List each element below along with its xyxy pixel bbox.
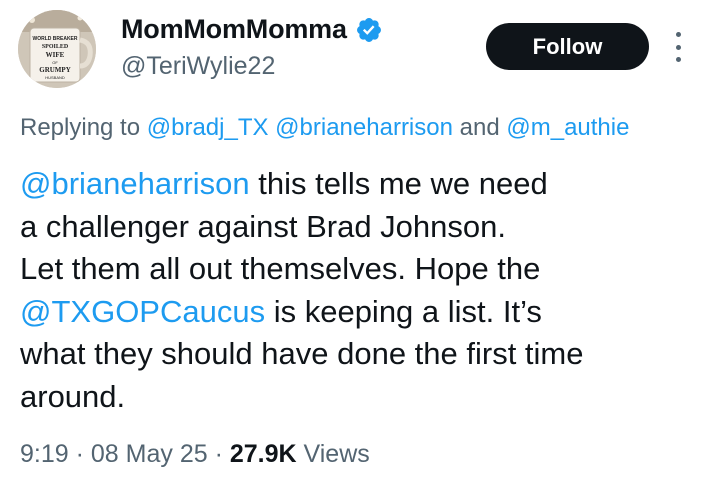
mug-text-2: SPOILED xyxy=(42,44,69,50)
tweet-text: @brianeharrison this tells me we need a … xyxy=(20,163,710,419)
display-name[interactable]: MomMomMomma xyxy=(121,14,347,45)
mug-text-3: WIFE xyxy=(46,51,65,59)
more-dot xyxy=(675,32,681,37)
tweet-line-4-text: is keeping a list. It’s xyxy=(265,293,542,329)
views-count[interactable]: 27.9K xyxy=(230,440,297,468)
avatar-mug-image: WORLD BREAKER SPOILED WIFE OF GRUMPY HUS… xyxy=(18,10,96,88)
tweet-meta: 9:19 · 08 May 25 · 27.9K Views xyxy=(20,440,370,469)
tweet-mention-brianeharrison[interactable]: @brianeharrison xyxy=(20,166,250,201)
verified-badge-icon xyxy=(356,17,381,42)
tweet-line-4: @TXGOPCaucus is keeping a list. It’s xyxy=(20,291,710,334)
tweet-line-1-text: this tells me we need xyxy=(249,166,548,201)
more-dot xyxy=(675,57,681,62)
replying-separator: and xyxy=(459,114,500,141)
author-name-row: MomMomMomma xyxy=(121,14,383,45)
reply-mention-brianeharrison[interactable]: @brianeharrison xyxy=(275,114,453,141)
mug-text-6: HUSBAND xyxy=(45,75,65,80)
tweet-line-2: a challenger against Brad Johnson. xyxy=(20,208,506,244)
tweet-date[interactable]: 08 May 25 xyxy=(91,440,208,468)
more-options-icon[interactable] xyxy=(670,32,686,62)
meta-separator: · xyxy=(207,440,230,468)
mug-text-4: OF xyxy=(52,60,58,65)
views-label: Views xyxy=(296,440,370,468)
avatar[interactable]: WORLD BREAKER SPOILED WIFE OF GRUMPY HUS… xyxy=(18,10,96,88)
follow-button[interactable]: Follow xyxy=(486,23,649,70)
tweet-line-5: what they should have done the first tim… xyxy=(20,336,584,372)
meta-separator: · xyxy=(68,440,91,468)
tweet-line-1: @brianeharrison this tells me we need xyxy=(20,163,710,206)
tweet-time[interactable]: 9:19 xyxy=(20,440,69,468)
mug-text-5: GRUMPY xyxy=(39,66,71,74)
more-dot xyxy=(675,44,681,50)
replying-prefix: Replying to xyxy=(20,114,141,141)
tweet-mention-txgopcaucus[interactable]: @TXGOPCaucus xyxy=(20,294,265,329)
replying-to-line: Replying to @bradj_TX @brianeharrison an… xyxy=(20,114,720,142)
reply-mention-m-authie[interactable]: @m_authie xyxy=(506,114,629,141)
tweet-line-3: Let them all out themselves. Hope the xyxy=(20,251,541,287)
tweet-line-6: around. xyxy=(20,378,126,414)
mug-text-1: WORLD BREAKER xyxy=(33,36,78,42)
user-handle[interactable]: @TeriWylie22 xyxy=(121,52,275,81)
reply-mention-bradj[interactable]: @bradj_TX xyxy=(147,114,269,141)
